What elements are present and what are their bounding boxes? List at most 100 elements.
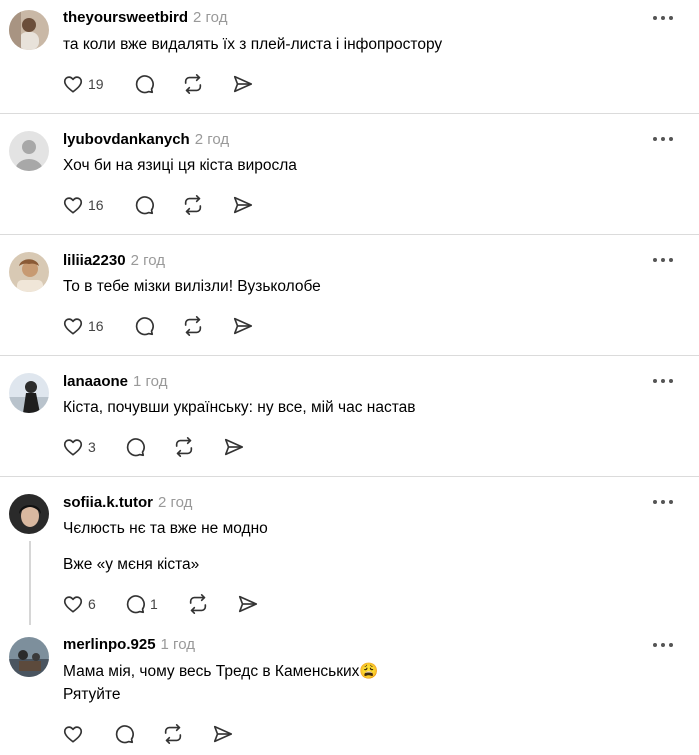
comment-bubble-icon [124,436,146,458]
heart-icon [62,315,84,337]
repost-icon [182,194,204,216]
comment-item: sofiia.k.tutor 2 год Чєлюсть нє та вже не… [0,477,699,627]
action-bar: 19 [62,72,322,96]
reply-button[interactable] [113,722,135,746]
send-icon [232,73,254,95]
avatar[interactable] [9,131,49,171]
repost-button[interactable] [162,722,184,746]
repost-button[interactable] [182,193,204,217]
timestamp[interactable]: 2 год [131,252,165,269]
like-button[interactable]: 16 [62,193,104,217]
comments-feed: theyoursweetbird 2 год та коли вже видаля… [0,0,699,755]
more-dots-icon[interactable] [652,639,674,651]
comment-text: Вже «у мєня кіста» [63,556,200,573]
avatar[interactable] [9,494,49,534]
repost-icon [162,723,184,745]
heart-icon [62,436,84,458]
action-bar: 6 1 [62,592,322,616]
reply-button[interactable]: 1 [124,592,158,616]
repost-icon [182,73,204,95]
comment-bubble-icon [133,315,155,337]
avatar[interactable] [9,373,49,413]
comment-bubble-icon [133,73,155,95]
share-button[interactable] [237,592,259,616]
timestamp[interactable]: 1 год [133,373,167,390]
comment-item: theyoursweetbird 2 год та коли вже видаля… [0,0,699,113]
repost-button[interactable] [182,314,204,338]
timestamp[interactable]: 1 год [161,636,195,653]
like-count: 19 [88,76,104,92]
comment-text: Кіста, почувши українську: ну все, мій ч… [63,399,416,416]
username[interactable]: liliia2230 [63,252,126,269]
action-bar: 16 [62,314,322,338]
repost-button[interactable] [173,435,195,459]
comment-item: liliia2230 2 год То в тебе мізки вилізли!… [0,235,699,355]
like-count: 3 [88,439,96,455]
share-button[interactable] [223,435,245,459]
repost-button[interactable] [187,592,209,616]
comment-text: То в тебе мізки вилізли! Вузьколобе [63,278,321,295]
like-count: 6 [88,596,96,612]
send-icon [232,315,254,337]
like-count: 16 [88,197,104,213]
thread-line [29,541,31,625]
comment-text: Хоч би на язиці ця кіста виросла [63,157,297,174]
like-button[interactable]: 3 [62,435,96,459]
share-button[interactable] [212,722,234,746]
heart-icon [62,73,84,95]
timestamp[interactable]: 2 год [195,131,229,148]
send-icon [232,194,254,216]
timestamp[interactable]: 2 год [193,9,227,26]
timestamp[interactable]: 2 год [158,494,192,511]
username[interactable]: sofiia.k.tutor [63,494,153,511]
reply-button[interactable] [133,314,155,338]
action-bar: 16 [62,193,322,217]
avatar[interactable] [9,252,49,292]
reply-button[interactable] [133,72,155,96]
comment-item: lanaaone 1 год Кіста, почувши українську:… [0,356,699,476]
comment-bubble-icon [133,194,155,216]
avatar[interactable] [9,10,49,50]
comment-item: lyubovdankanych 2 год Хоч би на язиці ця … [0,114,699,234]
repost-icon [187,593,209,615]
comment-text: та коли вже видалять їх з плей-листа і і… [63,36,443,53]
comment-text: Мама мія, чому весь Тредс в Каменських😩 [63,663,379,680]
like-button[interactable] [62,722,84,746]
send-icon [223,436,245,458]
share-button[interactable] [232,72,254,96]
username[interactable]: lanaaone [63,373,128,390]
heart-icon [62,723,84,745]
comment-text: Чєлюсть нє та вже не модно [63,520,268,537]
username[interactable]: theyoursweetbird [63,9,188,26]
repost-icon [182,315,204,337]
share-button[interactable] [232,193,254,217]
like-button[interactable]: 6 [62,592,96,616]
like-button[interactable]: 16 [62,314,104,338]
more-dots-icon[interactable] [652,12,674,24]
share-button[interactable] [232,314,254,338]
username[interactable]: merlinpo.925 [63,636,156,653]
more-dots-icon[interactable] [652,254,674,266]
more-dots-icon[interactable] [652,375,674,387]
send-icon [237,593,259,615]
comment-text: Рятуйте [63,686,121,703]
more-dots-icon[interactable] [652,496,674,508]
action-bar: 3 [62,435,322,459]
reply-button[interactable] [124,435,146,459]
more-dots-icon[interactable] [652,133,674,145]
username[interactable]: lyubovdankanych [63,131,190,148]
comment-item: merlinpo.925 1 год Мама мія, чому весь Тр… [0,628,699,755]
comment-bubble-icon [124,593,146,615]
heart-icon [62,593,84,615]
repost-button[interactable] [182,72,204,96]
action-bar [62,722,322,746]
comment-bubble-icon [113,723,135,745]
repost-icon [173,436,195,458]
reply-count: 1 [150,596,158,612]
heart-icon [62,194,84,216]
like-button[interactable]: 19 [62,72,104,96]
like-count: 16 [88,318,104,334]
reply-button[interactable] [133,193,155,217]
send-icon [212,723,234,745]
avatar[interactable] [9,637,49,677]
